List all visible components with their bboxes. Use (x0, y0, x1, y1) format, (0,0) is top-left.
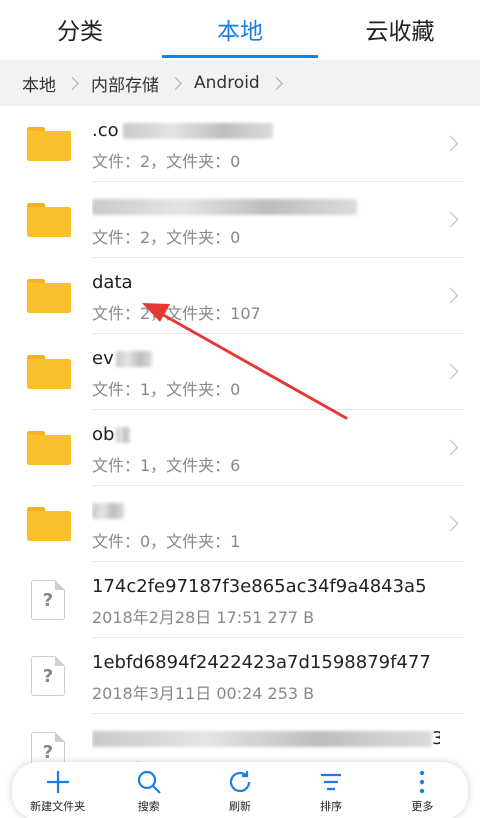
toolbar-label: 更多 (411, 800, 434, 813)
chevron-right-icon (442, 211, 459, 228)
breadcrumb-internal-storage[interactable]: 内部存储 (91, 71, 194, 96)
chevron-right-icon (442, 135, 459, 152)
tab-category[interactable]: 分类 (0, 0, 160, 58)
unknown-file-icon: ? (31, 656, 65, 696)
top-tabs: 分类 本地 云收藏 (0, 0, 480, 58)
folder-icon (27, 431, 71, 465)
list-item[interactable]: 文件：2，文件夹：0 (0, 182, 480, 258)
item-name: ev (92, 348, 114, 369)
list-item[interactable]: ? 174c2fe97187f3e865ac34f9a4843a5 2018年2月… (0, 562, 480, 638)
tab-local-label: 本地 (217, 19, 263, 45)
unknown-file-icon: ? (31, 580, 65, 620)
chevron-right-icon (442, 439, 459, 456)
folder-icon (27, 203, 71, 237)
item-name: 1ebfd6894f2422423a7d1598879f477 (92, 652, 431, 673)
tab-cloud-favorites[interactable]: 云收藏 (320, 0, 480, 58)
list-item[interactable]: 文件：0，文件夹：1 (0, 486, 480, 562)
item-meta: 2018年2月28日 17:51 277 B (92, 608, 315, 627)
sort-icon (321, 773, 342, 791)
chevron-right-icon (442, 287, 459, 304)
tab-category-label: 分类 (57, 19, 103, 45)
item-meta: 2018年3月11日 00:24 253 B (92, 684, 315, 703)
search-icon (137, 770, 161, 794)
plus-icon (46, 771, 69, 793)
item-meta: 文件：2，文件夹：0 (92, 152, 241, 171)
list-item[interactable]: data 文件：2，文件夹：107 (0, 258, 480, 334)
sort-button[interactable]: 排序 (293, 768, 369, 814)
item-name: 174c2fe97187f3e865ac34f9a4843a5 (92, 576, 427, 597)
new-folder-button[interactable]: 新建文件夹 (20, 768, 96, 814)
chevron-right-icon (269, 76, 283, 90)
folder-icon (27, 279, 71, 313)
folder-icon (27, 355, 71, 389)
item-meta: 文件：1，文件夹：0 (92, 380, 241, 399)
tab-cloud-label: 云收藏 (365, 19, 435, 45)
tab-local[interactable]: 本地 (160, 0, 320, 58)
item-meta: 文件：2，文件夹：107 (92, 304, 261, 323)
bottom-toolbar: 新建文件夹 搜索 刷新 排序 更多 (12, 762, 468, 818)
folder-icon (27, 127, 71, 161)
search-button[interactable]: 搜索 (111, 768, 187, 814)
item-meta: 文件：2，文件夹：0 (92, 228, 241, 247)
more-icon (420, 770, 425, 794)
chevron-right-icon (66, 76, 79, 90)
more-button[interactable]: 更多 (384, 768, 460, 814)
breadcrumb-label: 本地 (22, 75, 56, 96)
chevron-right-icon (169, 76, 182, 90)
item-meta: 文件：0，文件夹：1 (92, 532, 241, 551)
file-list: .co 文件：2，文件夹：0 文件：2，文件夹：0 data 文件：2，文件夹：10… (0, 106, 480, 790)
item-name: 3 (432, 728, 440, 749)
breadcrumb-label: Android (194, 73, 260, 93)
chevron-right-icon (442, 363, 459, 380)
breadcrumb-android[interactable]: Android (194, 73, 295, 93)
item-meta: 文件：1，文件夹：6 (92, 456, 241, 475)
item-name: .co (92, 120, 119, 141)
folder-icon (27, 507, 71, 541)
toolbar-label: 搜索 (137, 800, 160, 813)
refresh-icon (229, 771, 251, 793)
list-item[interactable]: ob 文件：1，文件夹：6 (0, 410, 480, 486)
chevron-right-icon (442, 515, 459, 532)
item-name: ob (92, 424, 115, 445)
list-item[interactable]: ev 文件：1，文件夹：0 (0, 334, 480, 410)
breadcrumb-local[interactable]: 本地 (22, 71, 91, 96)
toolbar-label: 排序 (320, 800, 343, 813)
list-item[interactable]: ? 1ebfd6894f2422423a7d1598879f477 2018年3月… (0, 638, 480, 714)
list-item[interactable]: .co 文件：2，文件夹：0 (0, 106, 480, 182)
refresh-button[interactable]: 刷新 (202, 768, 278, 814)
item-name: data (92, 272, 133, 293)
toolbar-label: 新建文件夹 (30, 800, 86, 813)
breadcrumb-label: 内部存储 (91, 75, 159, 96)
toolbar-label: 刷新 (228, 800, 251, 813)
breadcrumb: 本地 内部存储 Android (0, 60, 480, 106)
